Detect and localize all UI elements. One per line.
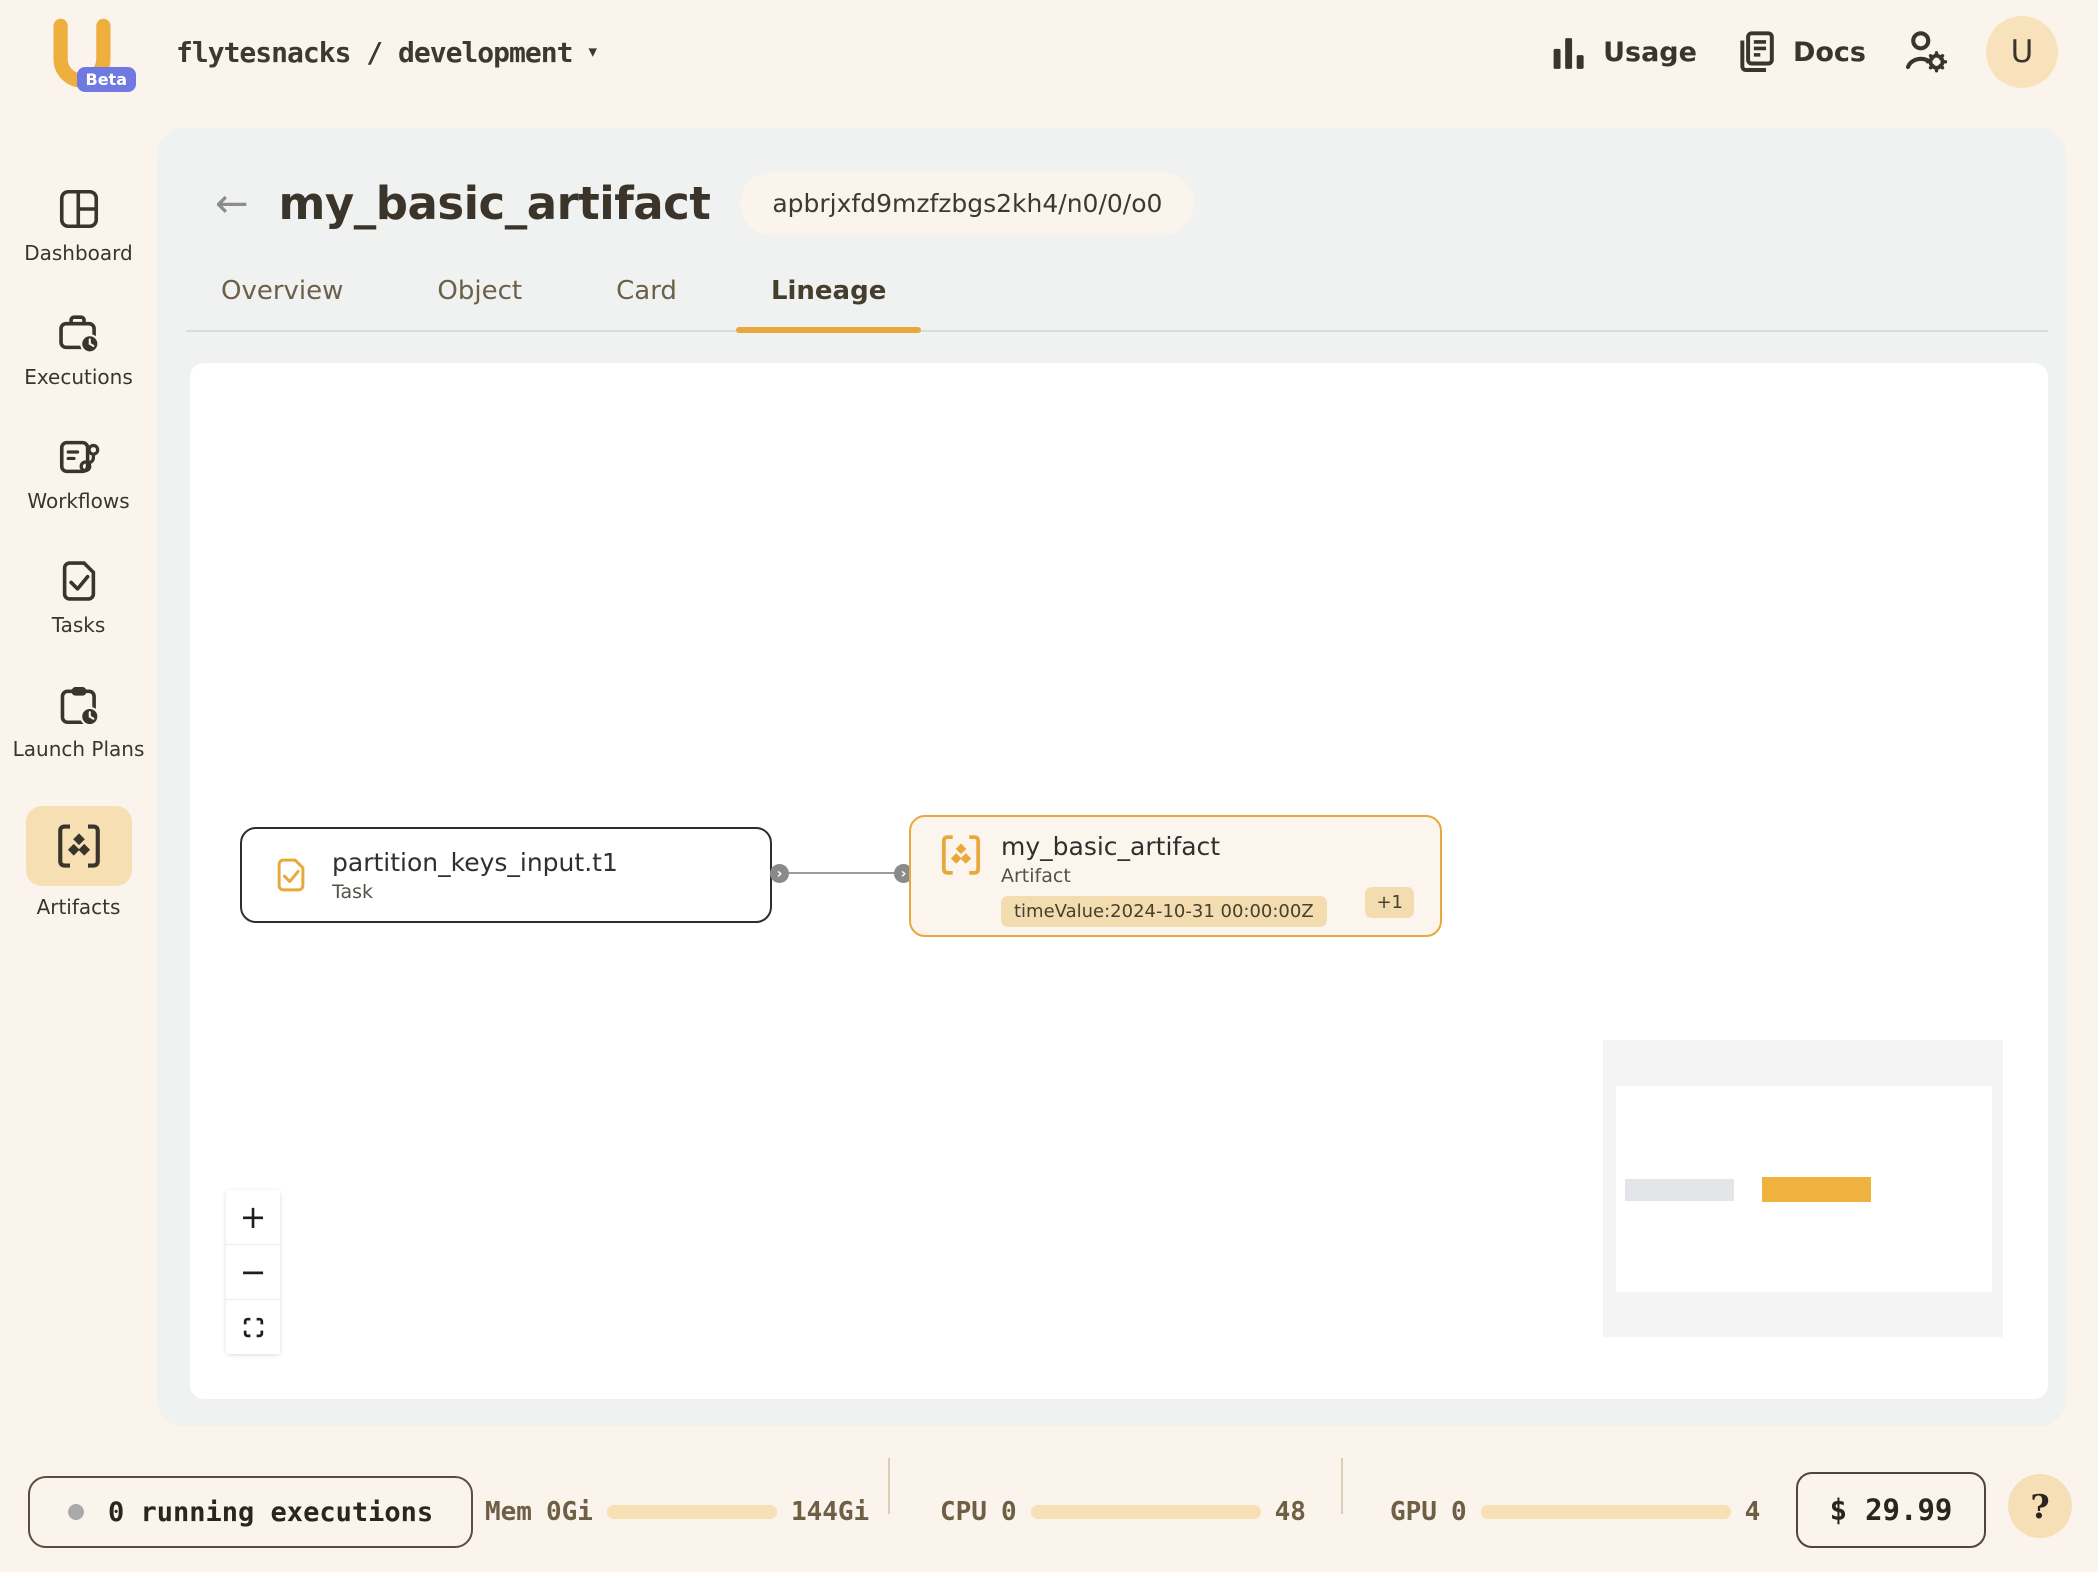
beta-badge: Beta (77, 67, 137, 92)
project-domain-selector[interactable]: flytesnacks / development ▾ (176, 36, 597, 69)
avatar[interactable]: U (1986, 16, 2058, 88)
sidebar: Dashboard Executions Workflows (0, 128, 157, 920)
cpu-current: 0 (1001, 1497, 1017, 1527)
gpu-meter-bar (1481, 1505, 1731, 1519)
question-mark-icon: ? (2030, 1487, 2049, 1526)
tab-object[interactable]: Object (402, 268, 557, 330)
launch-plans-icon (56, 682, 102, 728)
artifact-header: ← my_basic_artifact apbrjxfd9mzfzbgs2kh4… (157, 128, 2066, 235)
gpu-current: 0 (1451, 1497, 1467, 1527)
sidebar-item-tasks[interactable]: Tasks (0, 558, 157, 638)
avatar-letter: U (2011, 34, 2034, 70)
gpu-meter: GPU 0 4 (1390, 1497, 1760, 1527)
top-bar: Beta flytesnacks / development ▾ Usage (0, 0, 2098, 128)
task-node[interactable]: partition_keys_input.t1 Task (240, 827, 772, 923)
mem-max: 144Gi (791, 1497, 869, 1527)
sidebar-item-label: Dashboard (24, 240, 133, 266)
artifact-node[interactable]: my_basic_artifact Artifact timeValue:202… (909, 815, 1442, 937)
statusbar-divider (888, 1458, 890, 1514)
dashboard-icon (56, 186, 102, 232)
minimap-artifact-node (1762, 1177, 1871, 1202)
task-icon (272, 854, 310, 896)
cpu-label: CPU (940, 1497, 987, 1527)
tab-bar: Overview Object Card Lineage (186, 268, 2048, 332)
back-button[interactable]: ← (215, 184, 249, 224)
page-title: my_basic_artifact (279, 177, 711, 230)
chevron-down-icon: ▾ (588, 42, 597, 62)
sidebar-item-executions[interactable]: Executions (0, 310, 157, 390)
docs-icon (1733, 27, 1779, 77)
main-content: ← my_basic_artifact apbrjxfd9mzfzbgs2kh4… (157, 128, 2066, 1426)
mem-meter-bar (607, 1505, 777, 1519)
bar-chart-icon (1549, 30, 1589, 74)
lineage-edge (774, 872, 907, 874)
sidebar-item-launch-plans[interactable]: Launch Plans (0, 682, 157, 762)
mem-label: Mem (485, 1497, 532, 1527)
more-partitions-badge[interactable]: +1 (1365, 887, 1414, 918)
artifact-id-badge: apbrjxfd9mzfzbgs2kh4/n0/0/o0 (740, 172, 1194, 235)
sidebar-item-label: Workflows (27, 488, 129, 514)
tab-card[interactable]: Card (581, 268, 712, 330)
artifacts-icon (26, 806, 132, 886)
lineage-graph-canvas[interactable]: partition_keys_input.t1 Task › › (190, 363, 2048, 1399)
fit-view-icon (241, 1315, 266, 1340)
chevron-right-icon: › (777, 866, 783, 882)
sidebar-item-label: Artifacts (37, 894, 121, 920)
running-executions-pill[interactable]: 0 running executions (28, 1476, 473, 1548)
zoom-in-button[interactable]: + (226, 1190, 280, 1245)
user-settings-button[interactable] (1902, 27, 1950, 77)
mem-current: 0Gi (546, 1497, 593, 1527)
partition-badge: timeValue:2024-10-31 00:00:00Z (1001, 896, 1327, 927)
statusbar-divider (1341, 1458, 1343, 1514)
gpu-label: GPU (1390, 1497, 1437, 1527)
mem-meter: Mem 0Gi 144Gi (485, 1497, 869, 1527)
minimap[interactable] (1603, 1040, 2003, 1337)
cost-amount: 29.99 (1865, 1493, 1952, 1527)
fit-view-button[interactable] (226, 1300, 280, 1354)
docs-label: Docs (1793, 37, 1866, 68)
sidebar-item-label: Tasks (52, 612, 106, 638)
topbar-actions: Usage Docs (1549, 16, 2058, 88)
running-executions-label: 0 running executions (108, 1497, 433, 1528)
task-node-subtitle: Task (332, 881, 618, 903)
union-logo[interactable]: Beta (44, 12, 120, 92)
help-button[interactable]: ? (2008, 1474, 2072, 1538)
tab-overview[interactable]: Overview (186, 268, 378, 330)
chevron-right-icon: › (901, 866, 907, 882)
back-arrow-icon: ← (215, 181, 249, 227)
usage-label: Usage (1603, 37, 1697, 68)
workflows-icon (56, 434, 102, 480)
sidebar-item-artifacts[interactable]: Artifacts (0, 806, 157, 920)
artifact-icon (939, 832, 983, 878)
status-dot-icon (68, 1504, 84, 1520)
minimap-task-node (1625, 1179, 1734, 1201)
tab-lineage[interactable]: Lineage (736, 268, 921, 330)
sidebar-item-dashboard[interactable]: Dashboard (0, 186, 157, 266)
cpu-meter: CPU 0 48 (940, 1497, 1306, 1527)
status-bar: 0 running executions Mem 0Gi 144Gi CPU 0… (0, 1426, 2098, 1572)
graph-controls: + − (226, 1190, 280, 1354)
cpu-max: 48 (1275, 1497, 1306, 1527)
sidebar-item-workflows[interactable]: Workflows (0, 434, 157, 514)
artifact-node-subtitle: Artifact (1001, 865, 1220, 887)
usage-button[interactable]: Usage (1549, 30, 1697, 74)
artifact-node-title: my_basic_artifact (1001, 832, 1220, 861)
sidebar-item-label: Executions (24, 364, 133, 390)
cpu-meter-bar (1031, 1505, 1261, 1519)
tasks-icon (56, 558, 102, 604)
gpu-max: 4 (1745, 1497, 1761, 1527)
cost-button[interactable]: $ 29.99 (1796, 1472, 1986, 1548)
sidebar-item-label: Launch Plans (13, 736, 145, 762)
dollar-icon: $ (1830, 1493, 1847, 1527)
executions-icon (56, 310, 102, 356)
task-node-title: partition_keys_input.t1 (332, 848, 618, 877)
minus-icon: − (240, 1253, 267, 1291)
docs-button[interactable]: Docs (1733, 27, 1866, 77)
user-gear-icon (1902, 27, 1950, 77)
plus-icon: + (240, 1198, 267, 1236)
zoom-out-button[interactable]: − (226, 1245, 280, 1300)
edge-source-handle: › (770, 864, 789, 883)
breadcrumb: flytesnacks / development (176, 36, 572, 69)
